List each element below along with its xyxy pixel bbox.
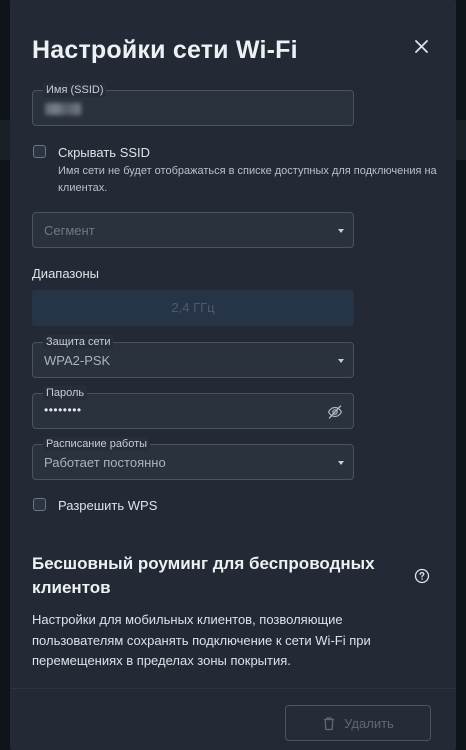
modal-footer: Удалить	[10, 688, 456, 750]
trash-icon	[324, 716, 335, 730]
backdrop	[456, 120, 466, 160]
chevron-down-icon	[338, 461, 344, 465]
chevron-down-icon	[338, 229, 344, 233]
ssid-value-redacted	[45, 103, 81, 115]
segment-select[interactable]: Сегмент	[32, 212, 354, 248]
roaming-title: Бесшовный роуминг для беспроводных клиен…	[32, 554, 375, 597]
chevron-down-icon	[338, 359, 344, 363]
wps-checkbox[interactable]	[33, 498, 46, 511]
bands-label: Диапазоны	[32, 266, 99, 281]
hide-ssid-checkbox[interactable]	[33, 145, 46, 158]
roaming-description: Настройки для мобильных клиентов, позвол…	[32, 612, 371, 668]
password-input[interactable]: Пароль ••••••••	[32, 386, 354, 429]
ssid-input[interactable]: Имя (SSID)	[32, 83, 354, 126]
close-button[interactable]	[410, 35, 434, 59]
modal-title: Настройки сети Wi-Fi	[32, 36, 298, 64]
backdrop	[0, 120, 10, 160]
password-value: ••••••••	[44, 403, 82, 417]
schedule-label: Расписание работы	[43, 437, 151, 451]
security-label: Защита сети	[43, 335, 114, 349]
segment-placeholder: Сегмент	[44, 223, 95, 238]
hide-ssid-label: Скрывать SSID	[58, 145, 151, 160]
password-label: Пароль	[43, 386, 88, 400]
delete-label: Удалить	[344, 715, 394, 731]
schedule-value: Работает постоянно	[44, 455, 166, 470]
eye-off-icon[interactable]	[327, 404, 343, 420]
wifi-settings-modal: Настройки сети Wi-Fi Имя (SSID) Скрывать…	[10, 0, 456, 750]
security-value: WPA2-PSK	[44, 353, 111, 368]
security-select[interactable]: Защита сети WPA2-PSK	[32, 335, 354, 378]
ssid-label: Имя (SSID)	[43, 83, 107, 97]
band-2-4ghz-button[interactable]: 2,4 ГГц	[32, 290, 354, 326]
delete-button[interactable]: Удалить	[285, 705, 431, 741]
hide-ssid-hint: Имя сети не будет отображаться в списке …	[58, 165, 437, 194]
wps-label: Разрешить WPS	[58, 498, 158, 513]
schedule-select[interactable]: Расписание работы Работает постоянно	[32, 437, 354, 480]
close-icon	[415, 40, 428, 53]
help-circle-icon[interactable]	[414, 568, 430, 584]
